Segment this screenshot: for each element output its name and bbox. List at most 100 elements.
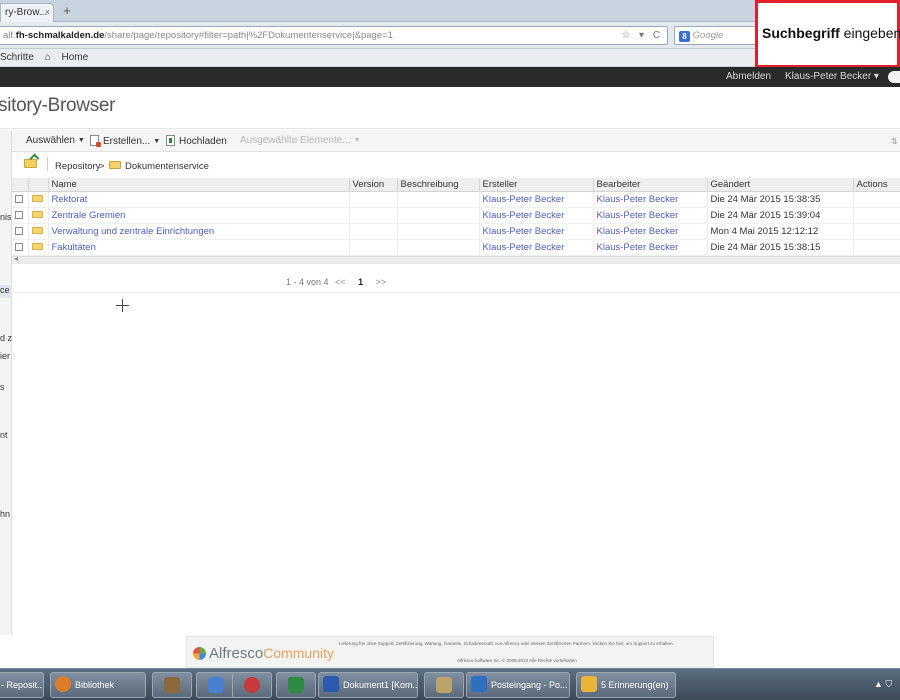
taskbar-item-library[interactable]: Bibliothek: [50, 672, 146, 698]
row-modified: Die 24 Mär 2015 15:38:35: [707, 191, 854, 208]
row-name-link[interactable]: Zentrale Gremien: [48, 207, 350, 224]
breadcrumb: Repository > Dokumentenservice: [12, 153, 900, 177]
row-actions[interactable]: [853, 191, 900, 208]
pagination-prev[interactable]: <<: [335, 277, 346, 287]
row-actions[interactable]: [853, 239, 900, 256]
sort-icon[interactable]: ⇅: [891, 137, 898, 146]
chevron-down-icon: ▼: [353, 137, 361, 144]
url-prefix: alf.: [3, 30, 16, 41]
row-checkbox[interactable]: [15, 194, 23, 203]
taskbar-item-app[interactable]: [232, 672, 272, 698]
column-header-name[interactable]: Name: [48, 178, 350, 192]
row-modifier-link[interactable]: Klaus-Peter Becker: [593, 239, 708, 256]
row-checkbox[interactable]: [15, 242, 23, 251]
bookmark-home[interactable]: ⌂ Home: [45, 52, 97, 63]
upload-button[interactable]: Hochladen: [166, 135, 227, 147]
table-row[interactable]: Rektorat Klaus-Peter Becker Klaus-Peter …: [12, 191, 900, 208]
column-header-description[interactable]: Beschreibung: [397, 178, 480, 192]
header-toggle[interactable]: [888, 71, 900, 83]
row-modifier-link[interactable]: Klaus-Peter Becker: [593, 207, 708, 224]
column-header-modifier[interactable]: Bearbeiter: [593, 178, 708, 192]
row-actions[interactable]: [853, 223, 900, 240]
row-checkbox[interactable]: [15, 226, 23, 235]
selected-items-button[interactable]: Ausgewählte Elemente... ▼: [240, 135, 361, 146]
pagination-next[interactable]: >>: [376, 277, 387, 287]
column-header-version[interactable]: Version: [349, 178, 398, 192]
row-modifier-link[interactable]: Klaus-Peter Becker: [593, 191, 708, 208]
pagination-current-page[interactable]: 1: [358, 277, 363, 287]
row-name-link[interactable]: Fakultäten: [48, 239, 350, 256]
taskbar-item-app[interactable]: [424, 672, 464, 698]
row-checkbox[interactable]: [15, 210, 23, 219]
sidebar-item[interactable]: s: [0, 382, 5, 392]
parent-folder-icon[interactable]: [24, 159, 37, 168]
row-creator-link[interactable]: Klaus-Peter Becker: [479, 239, 594, 256]
sidebar-item[interactable]: nt: [0, 430, 8, 440]
bookmark-schritte[interactable]: Schritte: [0, 52, 34, 63]
row-version: [349, 239, 398, 256]
select-menu-button[interactable]: Auswählen ▼: [26, 135, 85, 146]
table-row[interactable]: Zentrale Gremien Klaus-Peter Becker Klau…: [12, 207, 900, 224]
excel-icon: [288, 677, 304, 693]
taskbar-label: - Reposit...: [1, 680, 44, 690]
taskbar-item-reminders[interactable]: 5 Erinnerung(en): [576, 672, 676, 698]
horizontal-scrollbar[interactable]: ◂: [12, 254, 900, 264]
browser-tab[interactable]: ry-Brow... ×: [0, 3, 54, 22]
search-hint-rest: eingeben: [839, 25, 900, 41]
row-actions[interactable]: [853, 207, 900, 224]
taskbar-label: Posteingang - Po...: [491, 680, 568, 690]
system-tray[interactable]: ▲ ⛉: [874, 679, 892, 690]
sidebar-item-active[interactable]: ce: [0, 285, 12, 298]
user-menu[interactable]: Klaus-Peter Becker ▾: [785, 71, 879, 82]
firefox-icon: [55, 676, 71, 692]
sidebar-item[interactable]: ier: [0, 351, 10, 361]
table-row[interactable]: Fakultäten Klaus-Peter Becker Klaus-Pete…: [12, 239, 900, 256]
web-search-box[interactable]: 8 Google: [674, 26, 764, 45]
row-description: [397, 239, 480, 256]
breadcrumb-repository[interactable]: Repository: [55, 161, 100, 172]
alfresco-logo[interactable]: AlfrescoCommunity: [193, 645, 334, 662]
upload-icon: [166, 135, 175, 146]
reload-icon[interactable]: ☆ ▾ C: [621, 27, 663, 44]
column-header-creator[interactable]: Ersteller: [479, 178, 594, 192]
new-tab-button[interactable]: +: [58, 4, 76, 20]
taskbar-item-browser[interactable]: - Reposit...: [0, 672, 44, 698]
address-bar[interactable]: alf.fh-schmalkalden.de/share/page/reposi…: [0, 26, 668, 45]
folder-icon: [31, 226, 43, 234]
row-select[interactable]: [12, 239, 29, 256]
upload-label: Hochladen: [179, 136, 227, 147]
logout-link[interactable]: Abmelden: [726, 71, 771, 82]
chevron-down-icon: ▼: [77, 137, 85, 144]
create-button[interactable]: Erstellen... ▼: [90, 135, 160, 147]
taskbar-item-excel[interactable]: [276, 672, 316, 698]
taskbar-item-outlook[interactable]: Posteingang - Po...: [466, 672, 570, 698]
column-header-modified[interactable]: Geändert: [707, 178, 854, 192]
row-creator-link[interactable]: Klaus-Peter Becker: [479, 223, 594, 240]
scroll-left-icon[interactable]: ◂: [14, 254, 18, 263]
row-select[interactable]: [12, 191, 29, 208]
row-type: [28, 223, 49, 240]
tab-close-icon[interactable]: ×: [45, 7, 50, 17]
search-hint-tooltip: Suchbegriff eingeben: [755, 0, 900, 68]
column-header-actions: Actions: [853, 178, 900, 192]
footer-brand: Alfresco: [209, 645, 264, 662]
row-select[interactable]: [12, 207, 29, 224]
column-header-icon: [28, 178, 49, 192]
row-version: [349, 207, 398, 224]
taskbar-item-app[interactable]: [152, 672, 192, 698]
taskbar-item-word[interactable]: Dokument1 [Kom...: [318, 672, 418, 698]
row-creator-link[interactable]: Klaus-Peter Becker: [479, 191, 594, 208]
row-creator-link[interactable]: Klaus-Peter Becker: [479, 207, 594, 224]
row-select[interactable]: [12, 223, 29, 240]
sidebar-item[interactable]: nis: [0, 212, 12, 222]
taskbar-item-app[interactable]: [196, 672, 236, 698]
sidebar-item[interactable]: hn: [0, 509, 10, 519]
sidebar-item[interactable]: d z: [0, 333, 12, 343]
page-footer: AlfrescoCommunity Lieferung frei ohne Su…: [186, 636, 714, 668]
row-modifier-link[interactable]: Klaus-Peter Becker: [593, 223, 708, 240]
table-row[interactable]: Verwaltung und zentrale Einrichtungen Kl…: [12, 223, 900, 240]
row-type: [28, 207, 49, 224]
row-name-link[interactable]: Rektorat: [48, 191, 350, 208]
create-document-icon: [90, 135, 101, 147]
row-name-link[interactable]: Verwaltung und zentrale Einrichtungen: [48, 223, 350, 240]
